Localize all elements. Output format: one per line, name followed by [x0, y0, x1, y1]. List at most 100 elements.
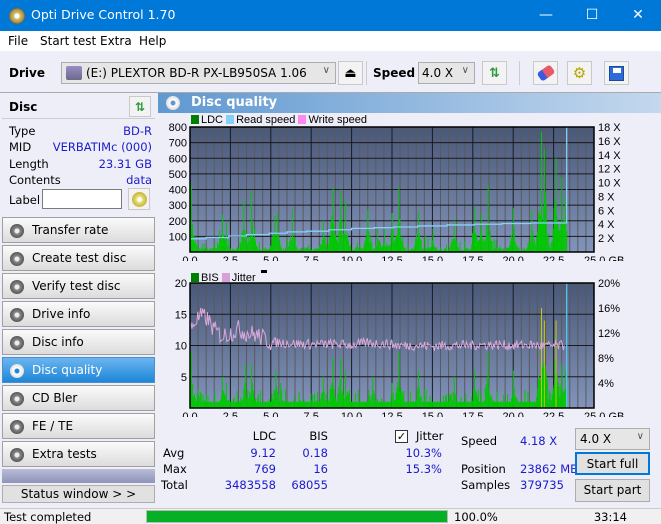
- disc-type-key: Type: [9, 124, 36, 138]
- total-bis: 68055: [291, 478, 328, 492]
- ldc-bar: [258, 242, 260, 252]
- bis-bar: [253, 400, 255, 408]
- ldc-bar: [322, 220, 324, 252]
- erase-button[interactable]: [533, 61, 558, 85]
- bis-bar: [484, 387, 486, 408]
- ldc-bar: [280, 245, 282, 252]
- bis-bar: [441, 401, 443, 408]
- chevron-down-icon: ∨: [461, 65, 469, 76]
- test-speed-select[interactable]: 4.0 X ∨: [575, 428, 650, 450]
- bis-bar: [539, 378, 541, 408]
- bis-bar: [515, 397, 517, 408]
- nav-drive-info[interactable]: Drive info: [2, 301, 155, 327]
- bis-bar: [349, 390, 351, 408]
- ldc-bar: [270, 245, 272, 252]
- bis-bar: [477, 389, 479, 408]
- bis-bar: [257, 393, 259, 408]
- start-part-button[interactable]: Start part: [575, 479, 650, 502]
- start-full-button[interactable]: Start full: [575, 452, 650, 475]
- jitter-checkbox[interactable]: ✓: [395, 430, 408, 443]
- bis-bar: [196, 394, 198, 408]
- drive-select[interactable]: (E:) PLEXTOR BD-R PX-LB950SA 1.06 ∨: [61, 62, 336, 84]
- bis-bar: [537, 388, 539, 408]
- bis-bar: [545, 373, 547, 408]
- minimize-button[interactable]: —: [523, 0, 569, 31]
- disc-label-button[interactable]: [128, 188, 150, 210]
- bis-bar: [238, 401, 240, 408]
- bis-bar: [313, 401, 315, 408]
- bis-bar: [465, 393, 467, 408]
- menu-extra[interactable]: Extra: [100, 34, 132, 48]
- menu-start-test[interactable]: Start test: [40, 34, 96, 48]
- settings-button[interactable]: ⚙: [567, 61, 592, 85]
- bis-bar: [301, 401, 303, 408]
- bis-bar: [230, 401, 232, 408]
- bis-bar: [544, 365, 546, 408]
- ldc-bar: [286, 238, 288, 252]
- ldc-bar: [386, 245, 388, 252]
- chevron-down-icon: ∨: [322, 65, 330, 76]
- nav-verify-test-disc[interactable]: Verify test disc: [2, 273, 155, 299]
- bis-bar: [453, 376, 455, 408]
- y-tick-label: 400: [169, 185, 187, 197]
- bis-bar: [341, 392, 343, 408]
- nav-disc-quality[interactable]: Disc quality: [2, 357, 155, 383]
- bis-bar: [510, 398, 512, 408]
- ldc-bar: [367, 209, 369, 252]
- speed-select[interactable]: 4.0 X ∨: [418, 62, 475, 84]
- bis-bar: [431, 401, 433, 408]
- nav-transfer-rate[interactable]: Transfer rate: [2, 217, 155, 243]
- menu-file[interactable]: File: [8, 34, 28, 48]
- ldc-bar: [341, 220, 343, 252]
- ldc-bar: [338, 229, 340, 252]
- bis-bar: [436, 401, 438, 408]
- ldc-bar: [335, 234, 337, 252]
- disc-type-value: BD-R: [123, 124, 152, 138]
- ldc-bar: [432, 228, 434, 252]
- ldc-bar: [190, 184, 192, 252]
- bis-bar: [206, 401, 208, 408]
- bis-bar: [328, 401, 330, 408]
- nav-create-test-disc[interactable]: Create test disc: [2, 245, 155, 271]
- bis-bar: [355, 401, 357, 408]
- eject-button[interactable]: ⏏: [338, 61, 363, 85]
- bis-bar: [361, 401, 363, 408]
- maximize-button[interactable]: ☐: [569, 0, 615, 31]
- bis-bar: [350, 401, 352, 408]
- disc-length-key: Length: [9, 157, 49, 171]
- close-button[interactable]: ✕: [615, 0, 661, 31]
- bis-bar: [300, 401, 302, 408]
- bis-bar: [199, 392, 201, 408]
- ldc-bar: [254, 240, 256, 252]
- bis-bar: [563, 392, 565, 408]
- bis-bar: [372, 376, 374, 408]
- nav-fe-te[interactable]: FE / TE: [2, 413, 155, 439]
- bis-bar: [194, 397, 196, 408]
- bis-bar: [202, 394, 204, 408]
- col-bis-header: BIS: [309, 429, 328, 443]
- nav-cd-bler[interactable]: CD Bler: [2, 385, 155, 411]
- disc-refresh-button[interactable]: ⇅: [129, 96, 151, 117]
- y-tick-label: 700: [169, 138, 187, 150]
- ldc-bar: [203, 243, 205, 252]
- bis-bar: [514, 396, 516, 408]
- bis-bar: [211, 401, 213, 408]
- nav-disc-info[interactable]: Disc info: [2, 329, 155, 355]
- ldc-bar: [561, 177, 563, 252]
- nav-extra-tests[interactable]: Extra tests: [2, 441, 155, 467]
- status-window-button[interactable]: Status window > >: [2, 485, 155, 503]
- disc-quality-icon: [10, 364, 24, 378]
- refresh-button[interactable]: ⇅: [482, 61, 507, 85]
- save-button[interactable]: [604, 61, 629, 85]
- bis-bar: [348, 393, 350, 408]
- bis-bar: [459, 401, 461, 408]
- bis-bar: [387, 401, 389, 408]
- ldc-bar: [459, 242, 461, 252]
- ldc-bar: [293, 236, 295, 252]
- bis-bar: [237, 401, 239, 408]
- menu-help[interactable]: Help: [139, 34, 166, 48]
- bis-bar: [447, 401, 449, 408]
- disc-label-input[interactable]: [42, 189, 122, 209]
- bis-bar: [334, 397, 336, 408]
- toolbar: Drive (E:) PLEXTOR BD-R PX-LB950SA 1.06 …: [0, 51, 661, 93]
